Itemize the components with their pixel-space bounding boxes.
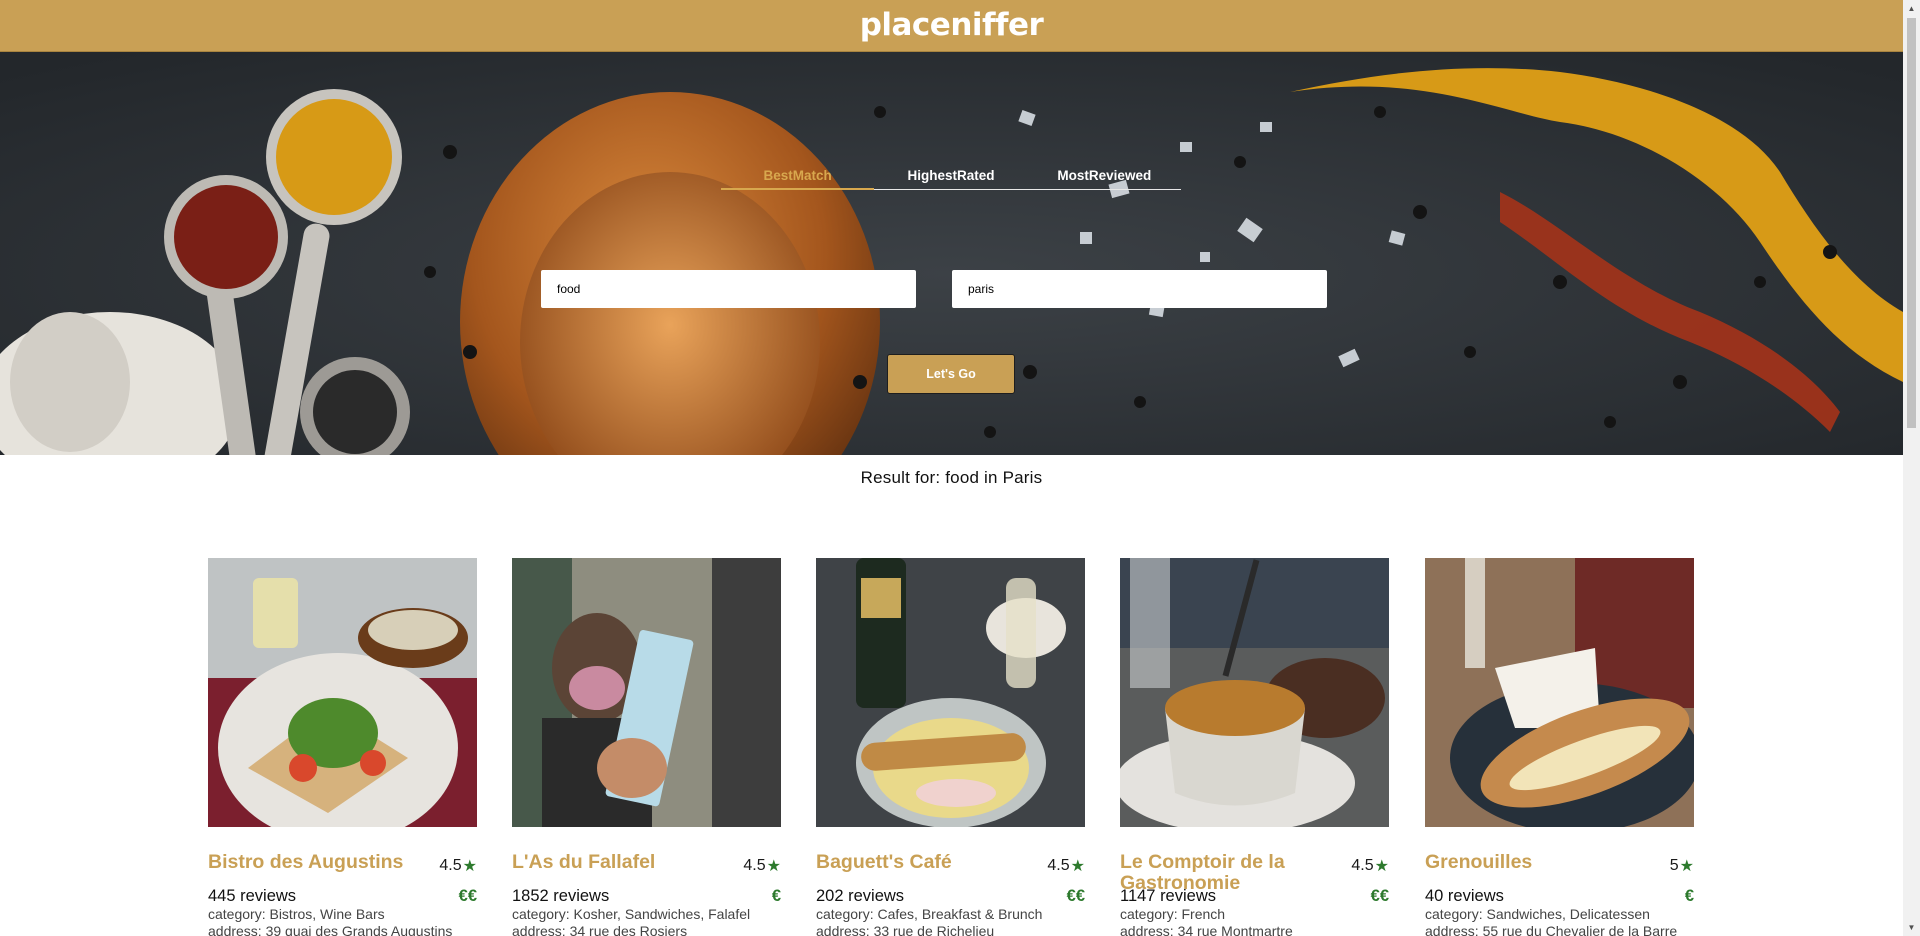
rating-value: 5 <box>1669 857 1679 874</box>
business-rating: 4.5 ★ <box>439 856 477 876</box>
business-address: address: 33 rue de Richelieu <box>816 923 995 936</box>
business-address: address: 34 rue des Rosiers <box>512 923 688 936</box>
rating-value: 4.5 <box>1351 857 1374 874</box>
business-card[interactable]: Grenouilles 5 ★ 40 reviews € category: S… <box>1425 558 1694 936</box>
price-level: € <box>771 887 781 905</box>
business-category: category: Bistros, Wine Bars <box>208 906 385 922</box>
site-logo[interactable]: placeniffer <box>860 7 1044 43</box>
tab-highest-rated[interactable]: HighestRated <box>874 160 1027 189</box>
business-name[interactable]: Bistro des Augustins <box>208 852 413 873</box>
business-rating: 5 ★ <box>1670 856 1694 876</box>
business-photo[interactable] <box>1425 558 1694 827</box>
scrollbar-thumb[interactable] <box>1907 18 1916 428</box>
price-level: € <box>1684 887 1694 905</box>
sort-tabs: BestMatch HighestRated MostReviewed <box>721 160 1181 190</box>
business-address: address: 34 rue Montmartre <box>1120 923 1293 936</box>
price-level: €€ <box>1066 887 1085 905</box>
results-summary: Result for: food in Paris <box>860 468 1043 487</box>
business-photo[interactable] <box>208 558 477 827</box>
search-location-input[interactable] <box>952 270 1327 308</box>
business-rating: 4.5 ★ <box>1351 856 1389 876</box>
business-rating: 4.5 ★ <box>743 856 781 876</box>
business-photo[interactable] <box>1120 558 1389 827</box>
star-icon: ★ <box>1679 858 1694 875</box>
page-scrollbar[interactable]: ▲ ▼ <box>1903 0 1920 936</box>
page: placeniffer BestMatch HighestRated MostR… <box>0 0 1903 936</box>
review-count: 1852 reviews <box>512 887 610 905</box>
business-photo[interactable] <box>512 558 781 827</box>
business-category: category: French <box>1120 906 1226 922</box>
rating-value: 4.5 <box>439 857 462 874</box>
business-photo[interactable] <box>816 558 1085 827</box>
search-term-input[interactable] <box>541 270 916 308</box>
hero-background-image <box>0 52 1903 455</box>
business-address: address: 39 quai des Grands Augustins <box>208 923 453 936</box>
lets-go-button[interactable]: Let's Go <box>887 354 1015 394</box>
business-category: category: Kosher, Sandwiches, Falafel <box>512 906 751 922</box>
rating-value: 4.5 <box>743 857 766 874</box>
search-hero: BestMatch HighestRated MostReviewed Let'… <box>0 52 1903 455</box>
business-address: address: 55 rue du Chevalier de la Barre <box>1425 923 1678 936</box>
business-category: category: Cafes, Breakfast & Brunch <box>816 906 1043 922</box>
price-level: €€ <box>458 887 477 905</box>
business-name[interactable]: Baguett's Café <box>816 852 1021 873</box>
rating-value: 4.5 <box>1047 857 1070 874</box>
star-icon: ★ <box>766 858 781 875</box>
star-icon: ★ <box>1374 858 1389 875</box>
price-level: €€ <box>1370 887 1389 905</box>
star-icon: ★ <box>462 858 477 875</box>
business-category: category: Sandwiches, Delicatessen <box>1425 906 1650 922</box>
business-card[interactable]: Bistro des Augustins 4.5 ★ 445 reviews €… <box>208 558 477 936</box>
business-card[interactable]: Baguett's Café 4.5 ★ 202 reviews €€ cate… <box>816 558 1085 936</box>
scroll-down-icon[interactable]: ▼ <box>1903 919 1920 936</box>
review-count: 202 reviews <box>816 887 905 905</box>
business-name[interactable]: L'As du Fallafel <box>512 852 717 873</box>
business-card[interactable]: L'As du Fallafel 4.5 ★ 1852 reviews € ca… <box>512 558 781 936</box>
site-header: placeniffer <box>0 0 1903 52</box>
review-count: 40 reviews <box>1425 887 1504 905</box>
star-icon: ★ <box>1070 858 1085 875</box>
review-count: 1147 reviews <box>1120 887 1216 905</box>
tab-best-match[interactable]: BestMatch <box>721 160 875 190</box>
business-rating: 4.5 ★ <box>1047 856 1085 876</box>
review-count: 445 reviews <box>208 887 297 905</box>
tab-most-reviewed[interactable]: MostReviewed <box>1028 160 1181 189</box>
scroll-up-icon[interactable]: ▲ <box>1903 0 1920 17</box>
business-name[interactable]: Grenouilles <box>1425 852 1630 873</box>
business-card[interactable]: Le Comptoir de la Gastronomie 4.5 ★ 1147… <box>1120 558 1389 936</box>
